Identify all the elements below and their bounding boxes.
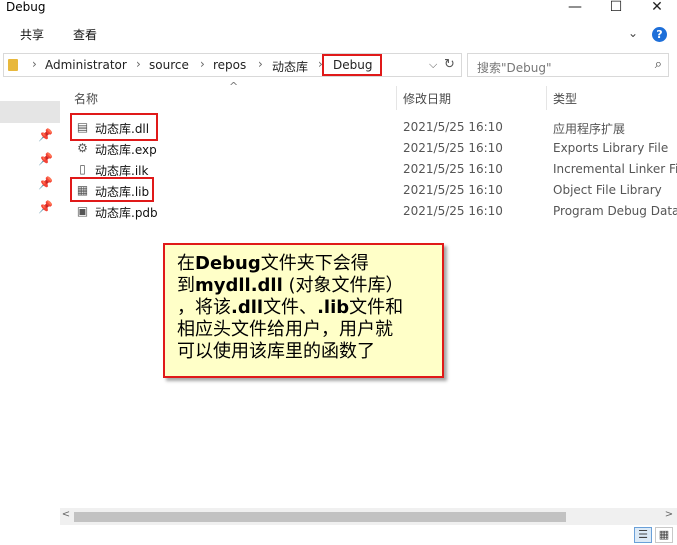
crumb-repos[interactable]: repos [213,58,246,72]
note-line: 可以使用该库里的函数了 [177,341,375,362]
pin-icon[interactable]: 📌 [38,176,53,190]
file-date: 2021/5/25 16:10 [403,120,503,134]
crumb-dongtaiku[interactable]: 动态库 [272,58,308,75]
column-header-type[interactable]: 类型 [553,90,577,107]
address-bar[interactable]: › Administrator › source › repos › 动态库 ›… [3,53,462,77]
crumb-separator[interactable]: › [200,57,205,71]
file-row[interactable]: ▦ 动态库.lib 2021/5/25 16:10 Object File Li… [72,180,677,201]
crumb-source[interactable]: source [149,58,189,72]
help-icon[interactable]: ? [652,27,667,42]
scroll-thumb[interactable] [74,512,566,522]
scroll-right-icon[interactable]: > [663,509,675,520]
navigation-pane: 📌 📌 📌 📌 [0,78,60,510]
file-type: Program Debug Database [553,204,677,218]
file-date: 2021/5/25 16:10 [403,162,503,176]
note-line: ，将该.dll文件、.lib文件和 [177,297,404,318]
lib-highlight [70,177,154,202]
file-type: Incremental Linker File [553,162,677,176]
large-icons-view-icon[interactable]: ▦ [655,527,673,543]
debug-crumb-highlight [322,54,382,76]
note-line: 在Debug文件夹下会得 [177,253,369,274]
pin-icon[interactable]: 📌 [38,128,53,142]
file-row[interactable]: ▣ 动态库.pdb 2021/5/25 16:10 Program Debug … [72,201,677,222]
search-icon[interactable]: ⌕ [655,57,662,72]
pin-icon[interactable]: 📌 [38,152,53,166]
nav-selected-item[interactable] [0,101,60,123]
column-header-date[interactable]: 修改日期 [403,90,451,107]
file-row[interactable]: ⚙ 动态库.exp 2021/5/25 16:10 Exports Librar… [72,138,677,159]
title-bar: Debug — ☐ ✕ [0,0,677,18]
column-divider[interactable] [546,86,547,110]
crumb-separator[interactable]: › [32,57,37,71]
scroll-left-icon[interactable]: < [60,509,72,520]
folder-icon [8,59,18,71]
crumb-separator[interactable]: › [258,57,263,71]
file-row[interactable]: ▤ 动态库.dll 2021/5/25 16:10 应用程序扩展 [72,117,677,138]
minimize-button[interactable]: — [555,0,595,16]
ilk-file-icon: ▯ [79,162,86,176]
file-type: 应用程序扩展 [553,122,626,136]
status-bar: ☰ ▦ [0,526,677,545]
pin-icon[interactable]: 📌 [38,200,53,214]
annotation-note: 在Debug文件夹下会得 到mydll.dll (对象文件库） ，将该.dll文… [163,243,444,378]
window-title: Debug [6,0,46,14]
details-view-icon[interactable]: ☰ [634,527,652,543]
maximize-button[interactable]: ☐ [596,0,636,16]
dll-highlight [70,113,158,141]
column-divider[interactable] [396,86,397,110]
tab-view[interactable]: 查看 [73,26,97,43]
horizontal-scrollbar[interactable]: < > [60,508,677,525]
address-dropdown-icon[interactable]: ⌵ [429,58,437,72]
crumb-administrator[interactable]: Administrator [45,58,127,72]
file-date: 2021/5/25 16:10 [403,204,503,218]
refresh-icon[interactable]: ↻ [444,57,455,72]
ribbon: 共享 查看 ⌄ [0,22,677,46]
column-header-name[interactable]: 名称 [74,90,98,107]
expand-ribbon-icon[interactable]: ⌄ [628,26,638,40]
pdb-file-icon: ▣ [76,204,89,218]
close-button[interactable]: ✕ [637,0,677,16]
file-name: 动态库.pdb [95,206,158,220]
exp-file-icon: ⚙ [77,141,88,155]
note-line: 到mydll.dll (对象文件库） [177,275,404,296]
file-type: Exports Library File [553,141,669,155]
crumb-separator[interactable]: › [136,57,141,71]
sort-ascending-icon: ^ [229,80,239,93]
file-type: Object File Library [553,183,662,197]
note-line: 相应头文件给用户，用户就 [177,319,393,340]
search-input[interactable]: 搜索"Debug" ⌕ [467,53,669,77]
file-date: 2021/5/25 16:10 [403,183,503,197]
file-date: 2021/5/25 16:10 [403,141,503,155]
tab-share[interactable]: 共享 [20,26,44,43]
file-row[interactable]: ▯ 动态库.ilk 2021/5/25 16:10 Incremental Li… [72,159,677,180]
search-placeholder: 搜索"Debug" [477,61,552,75]
file-name: 动态库.exp [95,143,157,157]
